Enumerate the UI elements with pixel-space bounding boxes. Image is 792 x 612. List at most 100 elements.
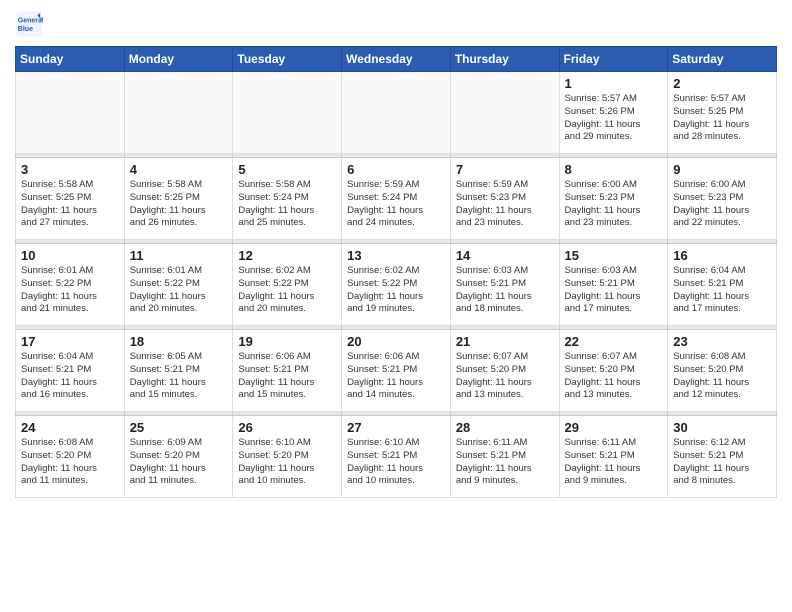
day-info: Sunrise: 6:03 AM Sunset: 5:21 PM Dayligh… bbox=[565, 265, 663, 316]
day-cell: 14 Sunrise: 6:03 AM Sunset: 5:21 PM Dayli… bbox=[450, 244, 559, 326]
day-cell: 29 Sunrise: 6:11 AM Sunset: 5:21 PM Dayli… bbox=[559, 416, 668, 498]
header: General Blue bbox=[15, 10, 777, 38]
day-number: 14 bbox=[456, 248, 554, 263]
day-number: 19 bbox=[238, 334, 336, 349]
day-cell: 5Sunrise: 5:58 AM Sunset: 5:24 PM Daylig… bbox=[233, 158, 342, 240]
day-info: Sunrise: 6:00 AM Sunset: 5:23 PM Dayligh… bbox=[565, 179, 663, 230]
day-number: 11 bbox=[130, 248, 228, 263]
weekday-header-sunday: Sunday bbox=[16, 47, 125, 72]
day-info: Sunrise: 6:07 AM Sunset: 5:20 PM Dayligh… bbox=[565, 351, 663, 402]
day-number: 16 bbox=[673, 248, 771, 263]
weekday-header-friday: Friday bbox=[559, 47, 668, 72]
day-cell: 7 Sunrise: 5:59 AM Sunset: 5:23 PM Daylig… bbox=[450, 158, 559, 240]
weekday-header-tuesday: Tuesday bbox=[233, 47, 342, 72]
day-number: 4 bbox=[130, 162, 228, 177]
weekday-header-saturday: Saturday bbox=[668, 47, 777, 72]
svg-text:Blue: Blue bbox=[18, 26, 33, 33]
day-cell: 18 Sunrise: 6:05 AM Sunset: 5:21 PM Dayli… bbox=[124, 330, 233, 412]
day-info: Sunrise: 5:59 AM Sunset: 5:24 PM Dayligh… bbox=[347, 179, 445, 230]
day-cell: 17 Sunrise: 6:04 AM Sunset: 5:21 PM Dayli… bbox=[16, 330, 125, 412]
day-info: Sunrise: 6:11 AM Sunset: 5:21 PM Dayligh… bbox=[456, 437, 554, 488]
day-cell bbox=[233, 72, 342, 154]
week-row-5: 24 Sunrise: 6:08 AM Sunset: 5:20 PM Dayli… bbox=[16, 416, 777, 498]
day-cell: 12 Sunrise: 6:02 AM Sunset: 5:22 PM Dayli… bbox=[233, 244, 342, 326]
day-info: Sunrise: 6:00 AM Sunset: 5:23 PM Dayligh… bbox=[673, 179, 771, 230]
day-number: 12 bbox=[238, 248, 336, 263]
day-number: 15 bbox=[565, 248, 663, 263]
day-cell: 8 Sunrise: 6:00 AM Sunset: 5:23 PM Daylig… bbox=[559, 158, 668, 240]
day-info: Sunrise: 6:07 AM Sunset: 5:20 PM Dayligh… bbox=[456, 351, 554, 402]
logo: General Blue bbox=[15, 10, 47, 38]
day-info: Sunrise: 6:11 AM Sunset: 5:21 PM Dayligh… bbox=[565, 437, 663, 488]
day-info: Sunrise: 6:05 AM Sunset: 5:21 PM Dayligh… bbox=[130, 351, 228, 402]
day-number: 17 bbox=[21, 334, 119, 349]
day-info: Sunrise: 6:03 AM Sunset: 5:21 PM Dayligh… bbox=[456, 265, 554, 316]
svg-text:General: General bbox=[18, 18, 43, 25]
day-cell: 27Sunrise: 6:10 AM Sunset: 5:21 PM Dayli… bbox=[342, 416, 451, 498]
day-cell: 11 Sunrise: 6:01 AM Sunset: 5:22 PM Dayli… bbox=[124, 244, 233, 326]
day-cell: 30 Sunrise: 6:12 AM Sunset: 5:21 PM Dayli… bbox=[668, 416, 777, 498]
logo-icon: General Blue bbox=[15, 10, 43, 38]
day-info: Sunrise: 6:04 AM Sunset: 5:21 PM Dayligh… bbox=[21, 351, 119, 402]
day-number: 23 bbox=[673, 334, 771, 349]
day-cell bbox=[124, 72, 233, 154]
day-number: 18 bbox=[130, 334, 228, 349]
weekday-header-wednesday: Wednesday bbox=[342, 47, 451, 72]
day-cell: 19 Sunrise: 6:06 AM Sunset: 5:21 PM Dayli… bbox=[233, 330, 342, 412]
day-info: Sunrise: 6:01 AM Sunset: 5:22 PM Dayligh… bbox=[130, 265, 228, 316]
day-cell: 1 Sunrise: 5:57 AM Sunset: 5:26 PM Daylig… bbox=[559, 72, 668, 154]
day-number: 1 bbox=[565, 76, 663, 91]
day-number: 8 bbox=[565, 162, 663, 177]
day-number: 20 bbox=[347, 334, 445, 349]
day-number: 27 bbox=[347, 420, 445, 435]
day-cell: 3 Sunrise: 5:58 AM Sunset: 5:25 PM Daylig… bbox=[16, 158, 125, 240]
day-info: Sunrise: 6:06 AM Sunset: 5:21 PM Dayligh… bbox=[347, 351, 445, 402]
weekday-header-thursday: Thursday bbox=[450, 47, 559, 72]
day-info: Sunrise: 6:01 AM Sunset: 5:22 PM Dayligh… bbox=[21, 265, 119, 316]
day-cell: 21 Sunrise: 6:07 AM Sunset: 5:20 PM Dayli… bbox=[450, 330, 559, 412]
day-info: Sunrise: 6:02 AM Sunset: 5:22 PM Dayligh… bbox=[238, 265, 336, 316]
week-row-2: 3 Sunrise: 5:58 AM Sunset: 5:25 PM Daylig… bbox=[16, 158, 777, 240]
day-info: Sunrise: 6:02 AM Sunset: 5:22 PM Dayligh… bbox=[347, 265, 445, 316]
day-cell: 25 Sunrise: 6:09 AM Sunset: 5:20 PM Dayli… bbox=[124, 416, 233, 498]
day-number: 21 bbox=[456, 334, 554, 349]
day-number: 26 bbox=[238, 420, 336, 435]
day-info: Sunrise: 6:04 AM Sunset: 5:21 PM Dayligh… bbox=[673, 265, 771, 316]
day-info: Sunrise: 5:58 AM Sunset: 5:24 PM Dayligh… bbox=[238, 179, 336, 230]
day-info: Sunrise: 5:57 AM Sunset: 5:26 PM Dayligh… bbox=[565, 93, 663, 144]
day-info: Sunrise: 6:08 AM Sunset: 5:20 PM Dayligh… bbox=[673, 351, 771, 402]
day-number: 3 bbox=[21, 162, 119, 177]
day-info: Sunrise: 6:08 AM Sunset: 5:20 PM Dayligh… bbox=[21, 437, 119, 488]
day-info: Sunrise: 6:10 AM Sunset: 5:20 PM Dayligh… bbox=[238, 437, 336, 488]
week-row-1: 1 Sunrise: 5:57 AM Sunset: 5:26 PM Daylig… bbox=[16, 72, 777, 154]
day-cell bbox=[16, 72, 125, 154]
day-info: Sunrise: 5:57 AM Sunset: 5:25 PM Dayligh… bbox=[673, 93, 771, 144]
day-cell: 6Sunrise: 5:59 AM Sunset: 5:24 PM Daylig… bbox=[342, 158, 451, 240]
day-info: Sunrise: 6:12 AM Sunset: 5:21 PM Dayligh… bbox=[673, 437, 771, 488]
day-number: 10 bbox=[21, 248, 119, 263]
day-cell: 15 Sunrise: 6:03 AM Sunset: 5:21 PM Dayli… bbox=[559, 244, 668, 326]
week-row-4: 17 Sunrise: 6:04 AM Sunset: 5:21 PM Dayli… bbox=[16, 330, 777, 412]
day-number: 7 bbox=[456, 162, 554, 177]
day-cell: 4Sunrise: 5:58 AM Sunset: 5:25 PM Daylig… bbox=[124, 158, 233, 240]
day-number: 30 bbox=[673, 420, 771, 435]
day-info: Sunrise: 6:09 AM Sunset: 5:20 PM Dayligh… bbox=[130, 437, 228, 488]
day-cell: 13Sunrise: 6:02 AM Sunset: 5:22 PM Dayli… bbox=[342, 244, 451, 326]
day-cell: 2 Sunrise: 5:57 AM Sunset: 5:25 PM Daylig… bbox=[668, 72, 777, 154]
day-info: Sunrise: 5:58 AM Sunset: 5:25 PM Dayligh… bbox=[21, 179, 119, 230]
week-row-3: 10 Sunrise: 6:01 AM Sunset: 5:22 PM Dayli… bbox=[16, 244, 777, 326]
day-number: 9 bbox=[673, 162, 771, 177]
day-number: 29 bbox=[565, 420, 663, 435]
day-number: 2 bbox=[673, 76, 771, 91]
calendar: SundayMondayTuesdayWednesdayThursdayFrid… bbox=[15, 46, 777, 498]
day-cell bbox=[342, 72, 451, 154]
day-cell: 9 Sunrise: 6:00 AM Sunset: 5:23 PM Daylig… bbox=[668, 158, 777, 240]
day-number: 24 bbox=[21, 420, 119, 435]
day-info: Sunrise: 5:59 AM Sunset: 5:23 PM Dayligh… bbox=[456, 179, 554, 230]
day-cell: 10 Sunrise: 6:01 AM Sunset: 5:22 PM Dayli… bbox=[16, 244, 125, 326]
day-cell: 26 Sunrise: 6:10 AM Sunset: 5:20 PM Dayli… bbox=[233, 416, 342, 498]
day-info: Sunrise: 6:06 AM Sunset: 5:21 PM Dayligh… bbox=[238, 351, 336, 402]
day-number: 28 bbox=[456, 420, 554, 435]
day-number: 25 bbox=[130, 420, 228, 435]
day-cell: 22Sunrise: 6:07 AM Sunset: 5:20 PM Dayli… bbox=[559, 330, 668, 412]
